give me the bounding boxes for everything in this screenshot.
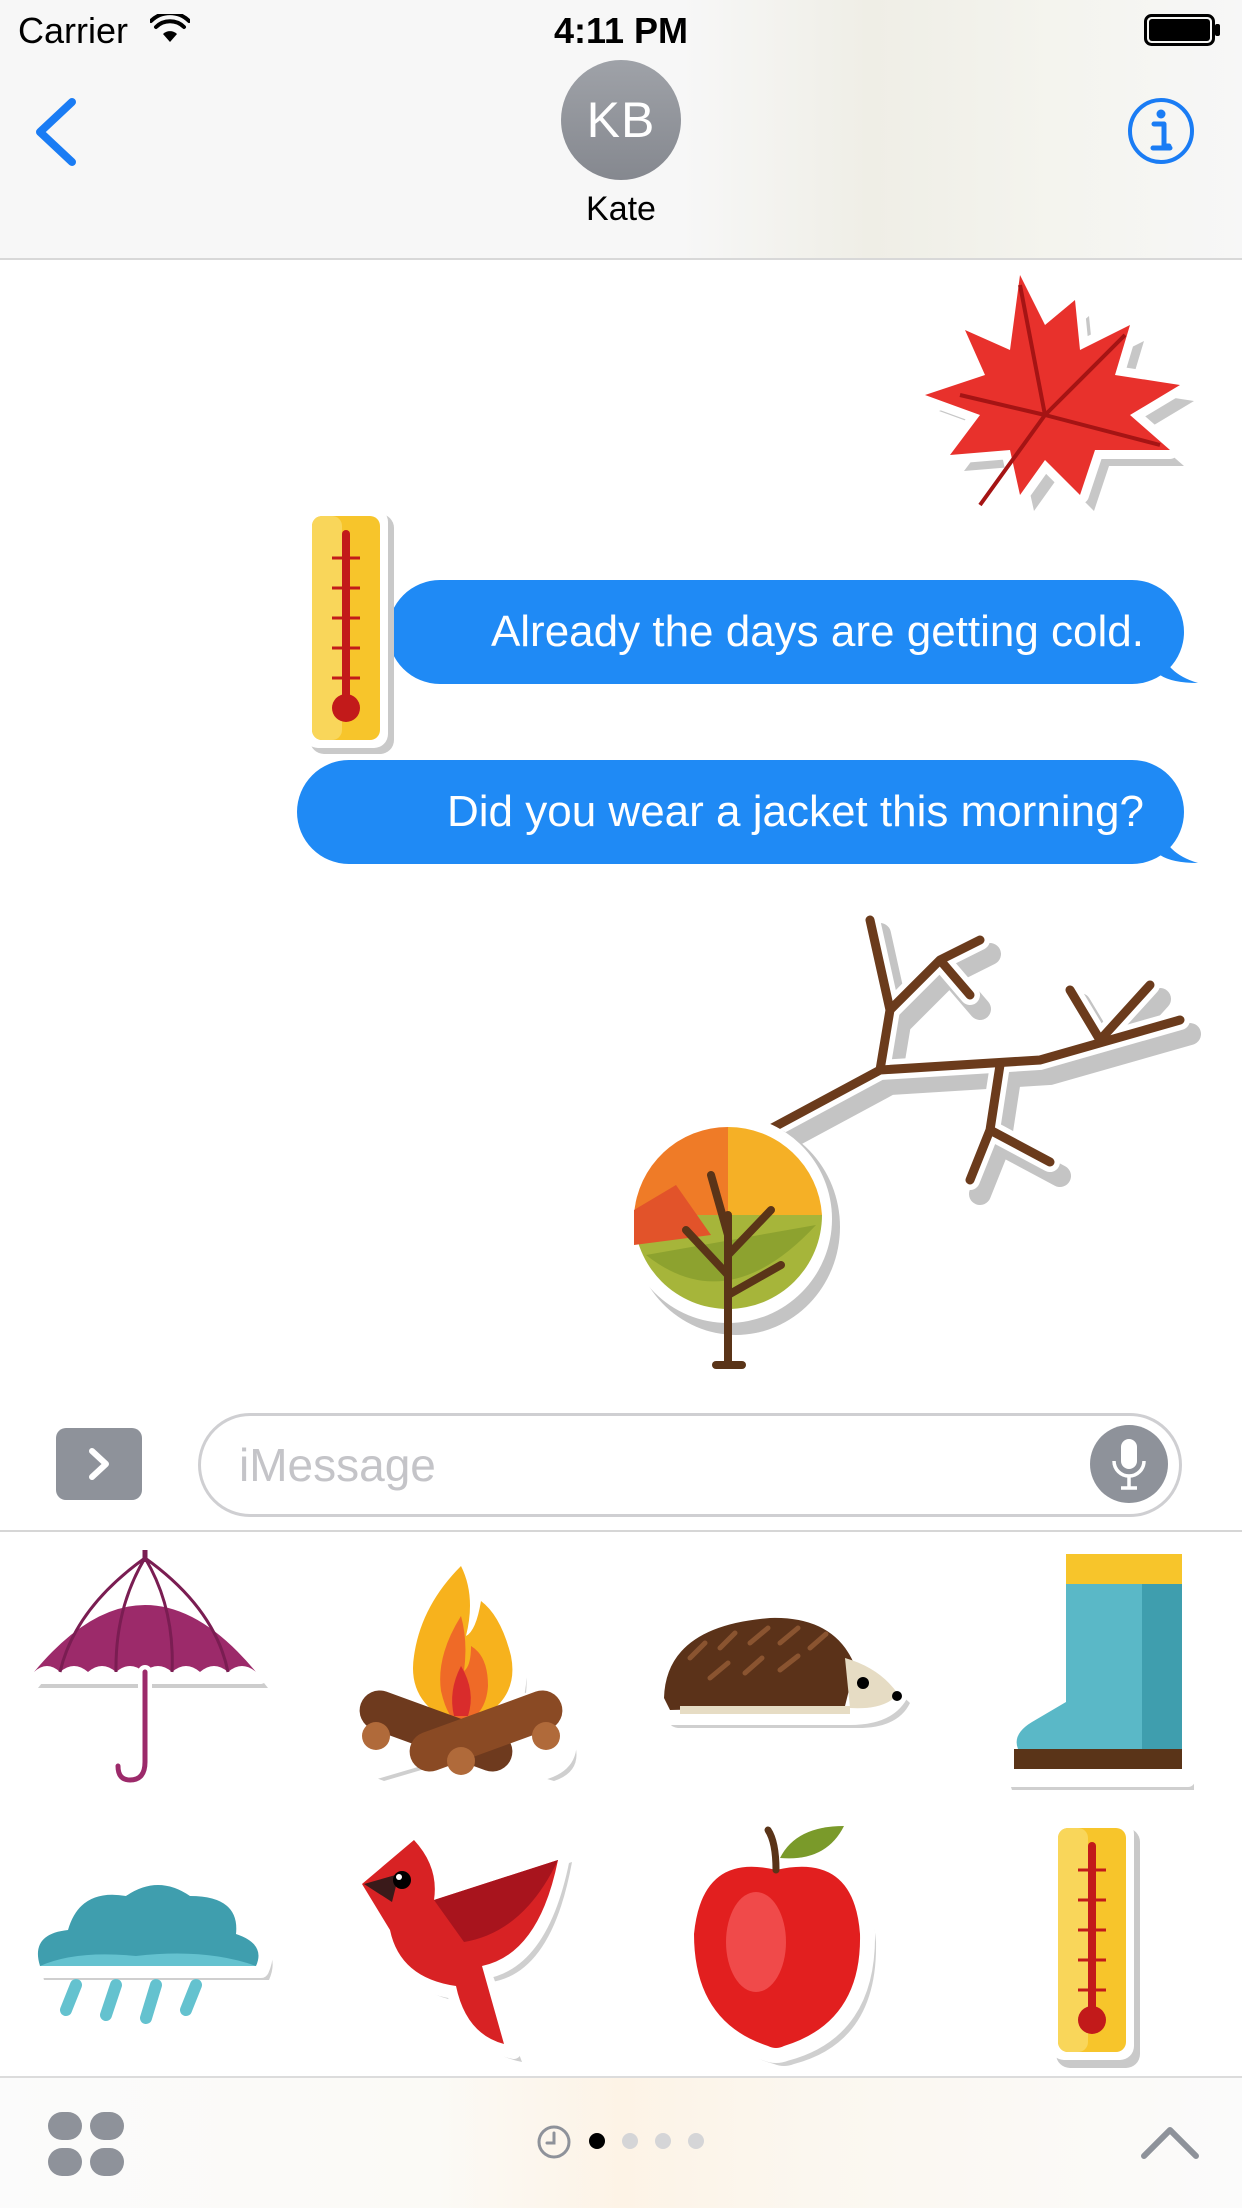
app-drawer-icon[interactable]: [46, 2110, 126, 2178]
chevron-right-icon: [89, 1448, 109, 1480]
rain-boot-sticker[interactable]: [992, 1544, 1202, 1800]
page-indicator-dot[interactable]: [589, 2133, 605, 2149]
message-text: Did you wear a jacket this morning?: [447, 787, 1144, 836]
microphone-icon: [1112, 1439, 1146, 1490]
contact-name[interactable]: Kate: [0, 190, 1242, 229]
chevron-up-icon[interactable]: [1140, 2122, 1200, 2162]
apple-sticker[interactable]: [676, 1822, 880, 2072]
divider: [0, 1530, 1242, 1532]
status-bar: Carrier 4:11 PM: [0, 0, 1242, 60]
message-input-placeholder: iMessage: [239, 1439, 436, 1491]
back-button[interactable]: [28, 96, 88, 168]
clock-icon[interactable]: [536, 2124, 572, 2160]
hedgehog-sticker[interactable]: [650, 1598, 910, 1748]
status-time: 4:11 PM: [553, 10, 689, 51]
message-bubble[interactable]: Already the days are getting cold.: [388, 580, 1184, 684]
maple-leaf-sticker[interactable]: [880, 255, 1210, 535]
umbrella-sticker[interactable]: [20, 1548, 270, 1796]
thermometer-sticker[interactable]: [1046, 1820, 1158, 2074]
autumn-tree-sticker[interactable]: [616, 1115, 842, 1375]
page-indicator-dot[interactable]: [655, 2133, 671, 2149]
page-indicator-dot[interactable]: [688, 2133, 704, 2149]
bubble-tail: [1160, 825, 1198, 863]
message-input[interactable]: iMessage: [198, 1413, 1182, 1517]
cardinal-bird-sticker[interactable]: [344, 1822, 584, 2072]
contact-avatar[interactable]: KB: [561, 60, 681, 180]
apps-toggle-button[interactable]: [56, 1428, 142, 1500]
message-bubble[interactable]: Did you wear a jacket this morning?: [297, 760, 1184, 864]
microphone-button[interactable]: [1090, 1425, 1168, 1503]
avatar-initials: KB: [586, 92, 656, 148]
page-indicator-dot[interactable]: [622, 2133, 638, 2149]
info-icon[interactable]: [1126, 96, 1196, 166]
thermometer-sticker[interactable]: [300, 508, 412, 758]
rain-cloud-sticker[interactable]: [16, 1860, 280, 2040]
campfire-sticker[interactable]: [336, 1546, 586, 1796]
bubble-tail: [1160, 645, 1198, 683]
message-text: Already the days are getting cold.: [490, 607, 1144, 656]
drawer-bottom-bar: [0, 2078, 1242, 2208]
battery-icon: [1144, 14, 1220, 46]
